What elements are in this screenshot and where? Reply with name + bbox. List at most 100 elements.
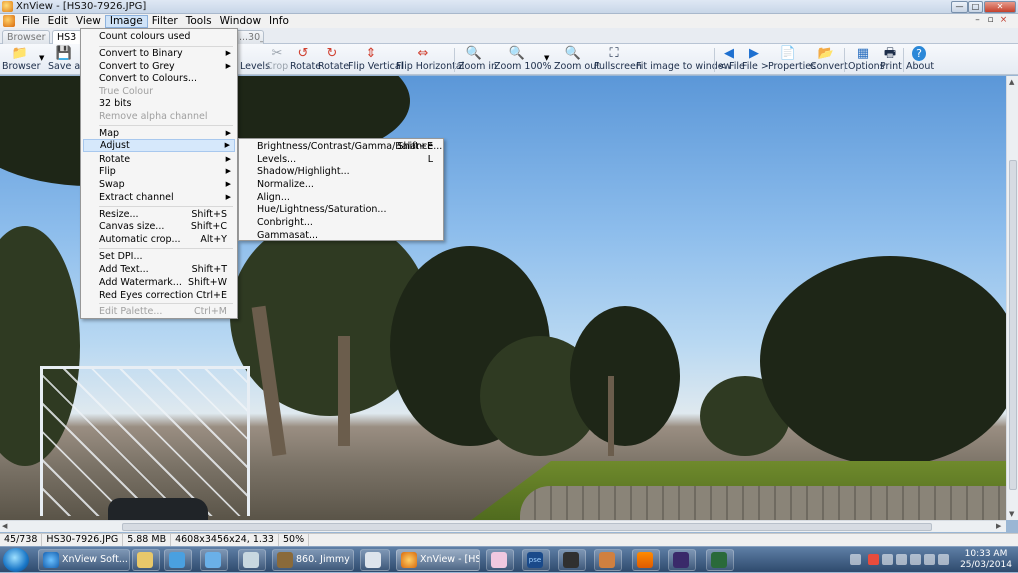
menu-item-brightness-contrast[interactable]: Brightness/Contrast/Gamma/Balance... Shif… (241, 140, 442, 153)
convert-button[interactable]: 📂 Convert (810, 46, 848, 74)
menu-item-normalize[interactable]: Normalize... (241, 178, 441, 191)
about-button[interactable]: ? About (906, 46, 934, 74)
taskbar-button-app[interactable] (200, 549, 228, 571)
fullscreen-button[interactable]: ⛶ Fullscreen (594, 46, 642, 74)
start-button[interactable] (3, 548, 29, 572)
scroll-up-icon[interactable]: ▲ (1009, 78, 1014, 86)
menu-filter[interactable]: Filter (148, 15, 182, 28)
rotate-right-button[interactable]: ↻ Rotate (318, 46, 349, 74)
menu-tools[interactable]: Tools (182, 15, 216, 28)
menu-item-add-watermark[interactable]: Add Watermark... Shift+W (83, 276, 235, 289)
tab-other-image[interactable]: ...30_... (234, 30, 264, 44)
tab-browser[interactable]: Browser (2, 30, 50, 44)
zoom-in-icon: 🔍 (465, 46, 483, 61)
menu-item-extract-channel[interactable]: Extract channel ▶ (83, 191, 235, 204)
properties-button[interactable]: 📄 Properties (768, 46, 816, 74)
menu-item-32-bits[interactable]: 32 bits (83, 97, 235, 110)
scroll-down-icon[interactable]: ▼ (1009, 510, 1014, 518)
crop-button[interactable]: ✂ Crop (266, 46, 288, 74)
ie-icon (43, 552, 59, 568)
flip-vertical-button[interactable]: ⇕ Flip Vertical (348, 46, 403, 74)
taskbar-button-vlc[interactable] (632, 549, 660, 571)
tray-power-icon[interactable] (924, 554, 935, 565)
taskbar-button-app[interactable] (164, 549, 192, 571)
menu-item-hue-lightness-saturation[interactable]: Hue/Lightness/Saturation... (241, 203, 441, 216)
save-as-button[interactable]: 💾 Save as (48, 46, 85, 74)
flip-horizontal-button[interactable]: ⇔ Flip Horizontal (396, 46, 464, 74)
zoom-out-button[interactable]: 🔍 Zoom out (554, 46, 600, 74)
options-button[interactable]: ▦ Options (848, 46, 885, 74)
menu-item-red-eyes[interactable]: Red Eyes correction Ctrl+E (83, 289, 235, 302)
taskbar-button-explorer[interactable] (132, 549, 160, 571)
menu-item-automatic-crop[interactable]: Automatic crop... Alt+Y (83, 233, 235, 246)
mdi-restore-button[interactable]: ▫ (985, 15, 996, 25)
browser-button[interactable]: 📁 Browser (2, 46, 41, 74)
taskbar-button-app[interactable] (706, 549, 734, 571)
menu-edit[interactable]: Edit (44, 15, 72, 28)
scroll-right-icon[interactable]: ▶ (996, 522, 1001, 530)
tray-network-icon[interactable] (910, 554, 921, 565)
zoom-100-button[interactable]: 🔍 Zoom 100% (494, 46, 552, 74)
tray-chevron-icon[interactable] (850, 554, 861, 565)
horizontal-scrollbar[interactable]: ◀ ▶ (0, 520, 1006, 532)
levels-button[interactable]: Levels (240, 46, 270, 74)
mdi-minimize-button[interactable]: – (972, 15, 983, 25)
menu-item-convert-colours[interactable]: Convert to Colours... (83, 72, 235, 85)
menu-item-edit-palette[interactable]: Edit Palette... Ctrl+M (83, 305, 235, 318)
toolbar-separator (454, 48, 455, 72)
next-file-button[interactable]: ▶ File > (742, 46, 769, 74)
menu-window[interactable]: Window (216, 15, 265, 28)
mdi-close-button[interactable]: × (998, 15, 1009, 25)
menu-view[interactable]: View (72, 15, 105, 28)
vertical-scroll-thumb[interactable] (1009, 160, 1017, 490)
previous-file-button[interactable]: ◀ < File (718, 46, 745, 74)
fit-to-window-button[interactable]: Fit image to window (636, 46, 731, 74)
close-button[interactable]: ✕ (984, 1, 1016, 13)
taskbar-button-app[interactable] (558, 549, 586, 571)
taskbar-button-app[interactable] (594, 549, 622, 571)
tray-app-icon[interactable] (882, 554, 893, 565)
taskbar-button-xnview[interactable]: XnView - [HS... (396, 549, 480, 571)
menu-item-gammasat[interactable]: Gammasat... (241, 229, 441, 242)
tray-volume-icon[interactable] (868, 554, 879, 565)
menu-item-convert-binary[interactable]: Convert to Binary ▶ (83, 47, 235, 60)
taskbar-button-app[interactable] (486, 549, 514, 571)
menu-image[interactable]: Image (104, 14, 148, 28)
options-icon: ▦ (856, 46, 870, 61)
tray-speaker-icon[interactable] (938, 554, 949, 565)
status-dimensions: 4608x3456x24, 1.33 (171, 534, 279, 546)
menu-item-add-text[interactable]: Add Text... Shift+T (83, 263, 235, 276)
scroll-left-icon[interactable]: ◀ (2, 522, 7, 530)
menu-item-set-dpi[interactable]: Set DPI... (83, 250, 235, 263)
rotate-left-button[interactable]: ↺ Rotate (290, 46, 321, 74)
taskbar-button-photoshop[interactable]: pse (522, 549, 550, 571)
taskbar-button-app[interactable] (360, 549, 390, 571)
menu-item-remove-alpha[interactable]: Remove alpha channel (83, 110, 235, 123)
vertical-scrollbar[interactable]: ▲ ▼ (1006, 76, 1018, 520)
menu-info[interactable]: Info (265, 15, 293, 28)
status-filesize: 5.88 MB (123, 534, 172, 546)
menu-item-adjust[interactable]: Adjust ▶ (83, 139, 235, 152)
print-button[interactable]: 🖶 Print (880, 46, 902, 74)
menu-item-swap[interactable]: Swap ▶ (83, 178, 235, 191)
minimize-button[interactable]: — (951, 1, 968, 13)
zoom-dropdown-arrow-icon[interactable]: ▼ (544, 54, 549, 62)
taskbar-button-media[interactable]: 860. Jimmy S... (272, 549, 354, 571)
taskbar-clock[interactable]: 10:33 AM 25/03/2014 (960, 549, 1012, 571)
menu-item-canvas-size[interactable]: Canvas size... Shift+C (83, 220, 235, 233)
menu-item-conbright[interactable]: Conbright... (241, 216, 441, 229)
browser-dropdown-arrow-icon[interactable]: ▼ (39, 54, 44, 62)
taskbar-button-ie[interactable]: XnView Soft... (38, 549, 130, 571)
menu-item-count-colours[interactable]: Count colours used (83, 30, 235, 43)
document-icon[interactable] (3, 15, 15, 27)
menu-item-flip[interactable]: Flip ▶ (83, 165, 235, 178)
menu-file[interactable]: File (18, 15, 44, 28)
tab-current-image[interactable]: HS3 (52, 30, 82, 44)
tray-flag-icon[interactable] (896, 554, 907, 565)
taskbar-button-app[interactable] (668, 549, 696, 571)
horizontal-scroll-thumb[interactable] (122, 523, 932, 531)
maximize-button[interactable]: □ (968, 1, 983, 13)
menu-item-shadow-highlight[interactable]: Shadow/Highlight... (241, 165, 441, 178)
taskbar-button-app[interactable] (238, 549, 266, 571)
zoom-in-button[interactable]: 🔍 Zoom in (458, 46, 497, 74)
